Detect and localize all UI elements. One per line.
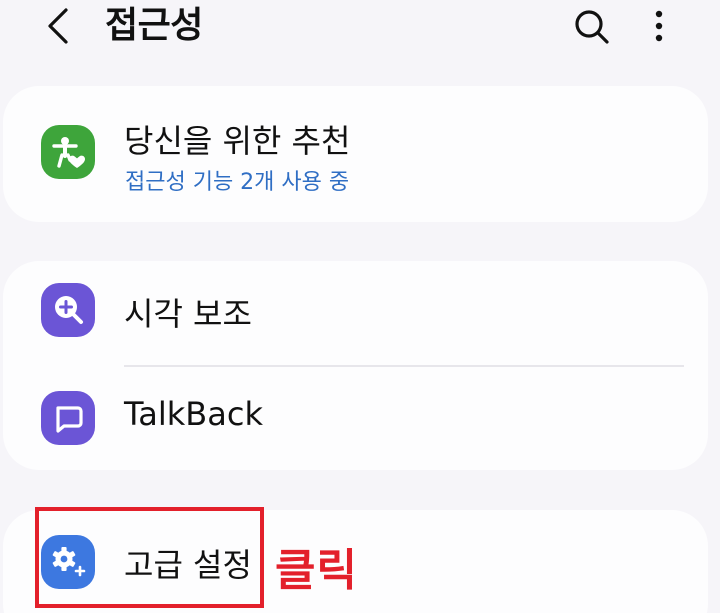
talkback-title: TalkBack (124, 395, 263, 433)
page-title: 접근성 (105, 5, 203, 46)
vision-assistance-item[interactable]: 시각 보조 (3, 261, 708, 365)
speech-bubble-icon (41, 391, 95, 445)
search-button[interactable] (568, 2, 616, 50)
app-bar: 접근성 (0, 0, 720, 60)
recommended-card: 당신을 위한 추천 접근성 기능 2개 사용 중 (3, 86, 708, 222)
more-vertical-icon (655, 10, 663, 42)
accessibility-settings-screen: 접근성 당신을 위한 추천 접근성 기능 2개 사용 중 시각 보조 TalkB… (0, 0, 720, 613)
highlight-box (35, 507, 264, 608)
chevron-left-icon (48, 8, 68, 44)
vision-assistance-title: 시각 보조 (124, 295, 252, 333)
vision-talkback-card: 시각 보조 TalkBack (3, 261, 708, 470)
recommended-subtitle: 접근성 기능 2개 사용 중 (125, 170, 350, 195)
click-annotation-label: 클릭 (275, 545, 358, 596)
recommended-title: 당신을 위한 추천 (124, 122, 351, 160)
magnifier-plus-icon (41, 283, 95, 337)
talkback-item[interactable]: TalkBack (3, 367, 708, 470)
recommended-for-you-item[interactable]: 당신을 위한 추천 접근성 기능 2개 사용 중 (3, 86, 708, 222)
more-options-button[interactable] (644, 2, 674, 50)
accessibility-person-heart-icon (41, 125, 95, 179)
back-button[interactable] (38, 4, 82, 48)
search-icon (575, 10, 609, 44)
